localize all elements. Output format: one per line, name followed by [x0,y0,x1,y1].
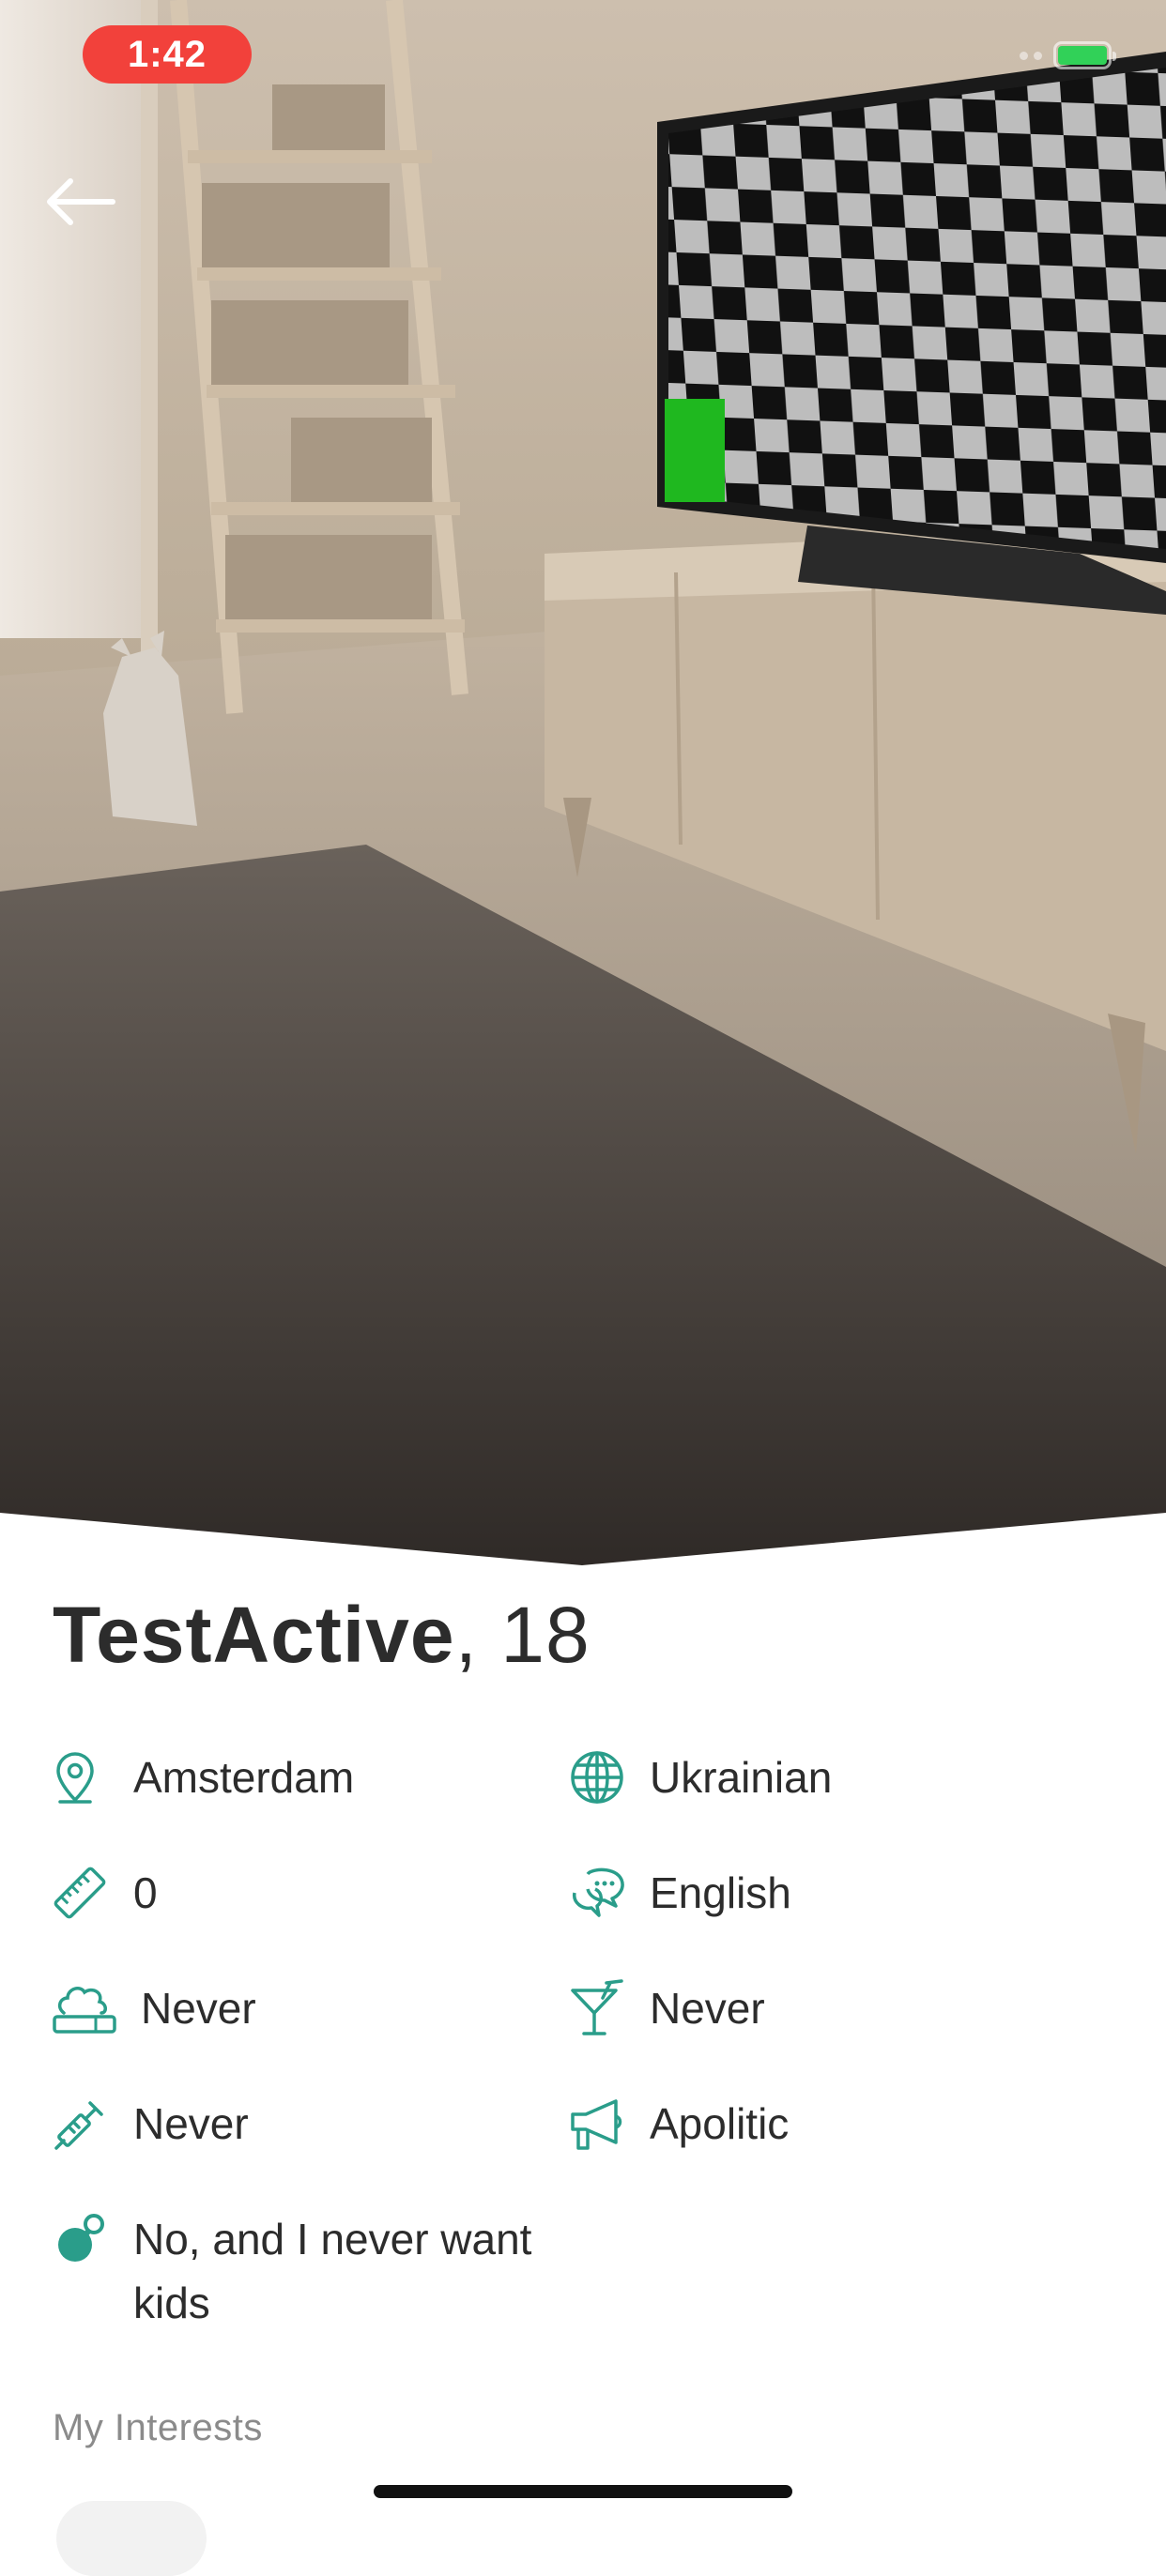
profile-name: TestActive [53,1591,455,1679]
profile-name-age: TestActive, 18 [53,1595,591,1674]
attribute-height: 0 [53,1861,158,1925]
attribute-drugs: Never [53,2092,249,2156]
home-indicator[interactable] [374,2485,792,2498]
attribute-location: Amsterdam [53,1745,354,1809]
interests-section-title: My Interests [53,2407,263,2448]
attribute-politics-value: Apolitic [650,2099,790,2148]
attribute-location-value: Amsterdam [133,1753,355,1802]
attribute-language-value: English [650,1868,791,1917]
attribute-drinking-value: Never [650,1984,765,2033]
signal-icon [1020,51,1042,60]
battery-icon [1053,41,1116,69]
attribute-drinking: Never [569,1976,765,2040]
profile-age: , 18 [454,1591,591,1679]
status-time: 1:42 [83,25,252,84]
chat-bubbles-icon [569,1861,635,1925]
back-button[interactable] [38,164,122,239]
location-pin-icon [53,1745,118,1809]
interest-chip[interactable] [56,2501,207,2576]
attribute-height-value: 0 [133,1868,158,1917]
syringe-icon [53,2092,118,2156]
attribute-smoking: Never [53,1976,256,2040]
cocktail-icon [569,1976,635,2040]
attribute-kids: No, and I never want kids [53,2207,616,2335]
attribute-language: English [569,1861,791,1925]
attribute-nationality: Ukrainian [569,1745,832,1809]
arrow-left-icon [47,178,115,225]
smoking-icon [53,1976,126,2040]
status-icons [1020,41,1116,69]
globe-icon [569,1745,635,1809]
megaphone-icon [569,2092,635,2156]
attribute-nationality-value: Ukrainian [650,1753,833,1802]
attribute-kids-value: No, and I never want kids [133,2215,532,2327]
attribute-smoking-value: Never [141,1984,256,2033]
attribute-politics: Apolitic [569,2092,789,2156]
room-scene-illustration [0,0,1166,1567]
ruler-icon [53,1861,118,1925]
profile-photo[interactable] [0,0,1166,1567]
pacifier-icon [53,2207,118,2271]
attribute-drugs-value: Never [133,2099,249,2148]
